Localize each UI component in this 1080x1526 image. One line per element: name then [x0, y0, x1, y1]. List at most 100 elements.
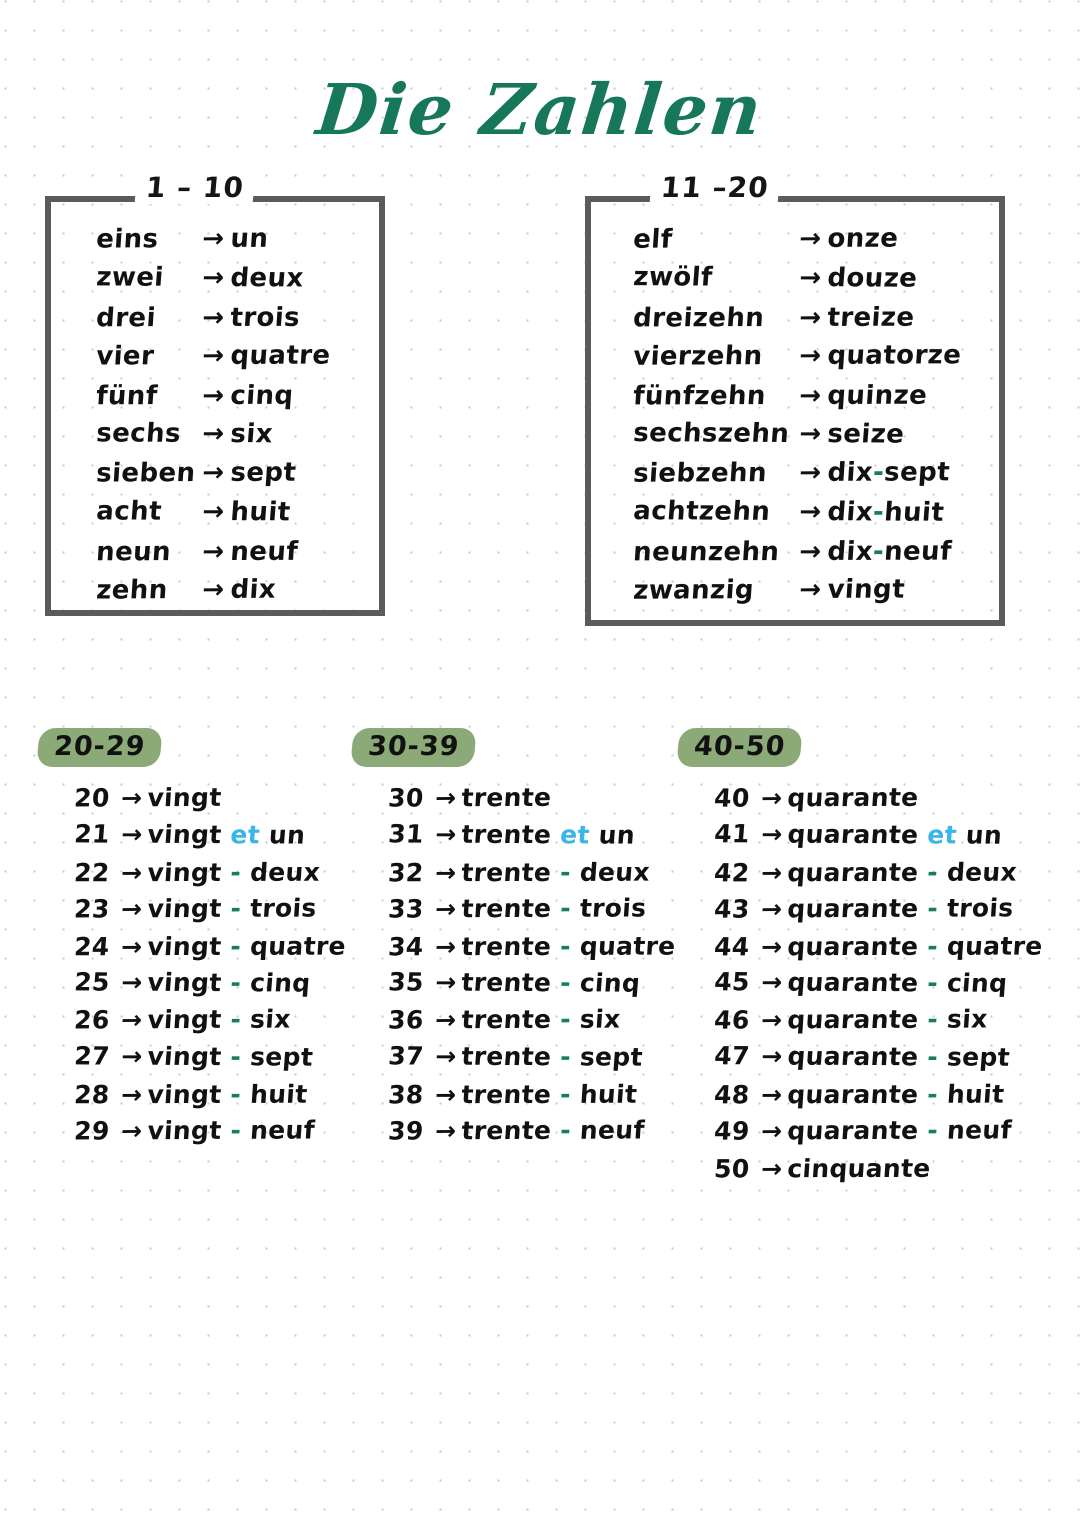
arrow-icon: →: [760, 932, 784, 962]
arrow-icon: →: [760, 1116, 784, 1146]
number-translation-row: 40 → quarante: [677, 782, 1050, 821]
french-number-word: vingt - neuf: [147, 1115, 316, 1145]
french-number-word: vingt - deux: [146, 858, 321, 887]
french-base-word: vingt: [146, 1041, 223, 1072]
numeral: 37: [387, 1041, 425, 1071]
arrow-icon: →: [201, 574, 226, 606]
arrow-icon: →: [798, 457, 823, 488]
green-hyphen: -: [220, 1042, 252, 1072]
numeral: 27: [73, 1041, 111, 1071]
french-number-word: quarante - huit: [786, 1080, 1005, 1110]
french-word-part: dix: [826, 497, 875, 528]
translation-pair-row: acht → huit: [50, 496, 381, 537]
numeral: 23: [73, 894, 111, 924]
numeral: 43: [713, 894, 751, 924]
green-hyphen: -: [550, 893, 581, 923]
french-tail-word: trois: [249, 893, 318, 923]
french-word-part: dix: [826, 457, 874, 488]
translation-pair-row: neunzehn → dix-neuf: [590, 536, 1001, 576]
translation-pair-row: zwölf → douze: [590, 262, 1001, 303]
pair-list: elf → onze zwölf → douze dreizehn → treize vierze…: [591, 224, 999, 614]
arrow-icon: →: [120, 1005, 144, 1035]
blue-conjunction-et: et: [220, 820, 271, 850]
arrow-icon: →: [434, 894, 458, 924]
arrow-icon: →: [798, 536, 823, 567]
number-translation-row: 36 → trente - six: [351, 1004, 674, 1042]
arrow-icon: →: [798, 574, 823, 605]
arrow-icon: →: [120, 894, 144, 924]
french-tail-word: huit: [249, 1079, 309, 1109]
arrow-icon: →: [760, 1154, 784, 1184]
arrow-icon: →: [201, 302, 226, 334]
french-tail-word: trois: [579, 893, 648, 923]
arrow-icon: →: [434, 1041, 458, 1071]
number-translation-row: 48 → quarante - huit: [677, 1080, 1050, 1118]
numeral: 34: [387, 932, 425, 962]
numeral: 39: [387, 1116, 425, 1146]
numeral: 46: [713, 1005, 751, 1035]
french-word: onze: [826, 223, 900, 254]
french-number-word: vingt - trois: [147, 893, 318, 923]
green-hyphen: -: [220, 857, 252, 887]
french-base-word: quarante: [786, 1079, 920, 1110]
group-row-list: 20 → vingt 21 → vingt et un 22 → vingt - deux 23 →…: [38, 783, 348, 1153]
arrow-icon: →: [201, 380, 226, 412]
french-word: seize: [826, 419, 906, 450]
french-word: douze: [826, 263, 919, 294]
number-translation-row: 35 → trente - cinq: [351, 967, 674, 1006]
french-word: vingt: [826, 574, 906, 605]
number-translation-row: 23 → vingt - trois: [37, 893, 350, 931]
french-base-word: vingt: [146, 819, 223, 850]
german-word: sechszehn: [632, 418, 791, 449]
box-legend: 1 – 10: [134, 171, 256, 204]
arrow-icon: →: [434, 1080, 458, 1110]
number-group-20-29: 20-29 20 → vingt 21 → vingt et un 22 → vingt - d…: [36, 728, 348, 1153]
french-base-word: vingt: [146, 1115, 223, 1146]
french-tail-word: deux: [578, 857, 651, 887]
german-word: acht: [95, 496, 163, 527]
number-translation-row: 24 → vingt - quatre: [37, 932, 350, 970]
number-translation-row: 27 → vingt - sept: [37, 1041, 350, 1080]
french-number-word: quarante - sept: [786, 1042, 1011, 1072]
numeral: 50: [713, 1154, 751, 1184]
french-word: cinq: [229, 380, 295, 411]
arrow-icon: →: [798, 497, 823, 528]
german-word: zwölf: [632, 262, 714, 293]
arrow-icon: →: [201, 496, 226, 528]
french-word: quinze: [826, 380, 929, 411]
arrow-icon: →: [201, 536, 226, 568]
arrow-icon: →: [798, 340, 823, 371]
french-base-word: quarante: [786, 967, 920, 998]
numeral: 49: [713, 1116, 751, 1146]
french-base-word: trente: [460, 931, 553, 962]
number-translation-row: 32 → trente - deux: [351, 858, 674, 896]
french-tail-word: cinq: [249, 968, 312, 998]
french-tail-word: neuf: [249, 1115, 316, 1145]
french-base-word: vingt: [146, 1004, 223, 1035]
blue-conjunction-et: et: [917, 820, 967, 850]
french-tail-word: quatre: [578, 931, 677, 961]
numeral: 21: [73, 819, 111, 849]
french-number-word: vingt - cinq: [146, 968, 311, 998]
green-hyphen: -: [550, 1115, 581, 1145]
french-word-part: sept: [883, 457, 951, 488]
french-base-word: vingt: [146, 1079, 223, 1110]
arrow-icon: →: [798, 419, 823, 450]
french-tail-word: deux: [249, 857, 322, 887]
arrow-icon: →: [120, 1080, 144, 1110]
french-base-word: trente: [460, 1115, 553, 1146]
translation-pair-row: vier → quatre: [50, 340, 381, 380]
french-number-word: vingt - quatre: [146, 932, 346, 962]
numeral: 42: [713, 858, 751, 888]
group-row-list: 40 → quarante 41 → quarante et un 42 → quarante …: [678, 783, 1048, 1190]
french-number-word: quarante et un: [786, 820, 1003, 850]
green-hyphen: -: [917, 1042, 949, 1072]
green-hyphen: -: [550, 857, 581, 887]
number-translation-row: 28 → vingt - huit: [37, 1080, 350, 1118]
french-tail-word: cinq: [578, 968, 642, 998]
french-word: dix-neuf: [826, 537, 952, 567]
number-translation-row: 30 → trente: [351, 782, 674, 820]
number-translation-row: 43 → quarante - trois: [677, 893, 1050, 932]
french-number-word: trente et un: [460, 820, 636, 850]
german-word: zwanzig: [632, 575, 755, 606]
